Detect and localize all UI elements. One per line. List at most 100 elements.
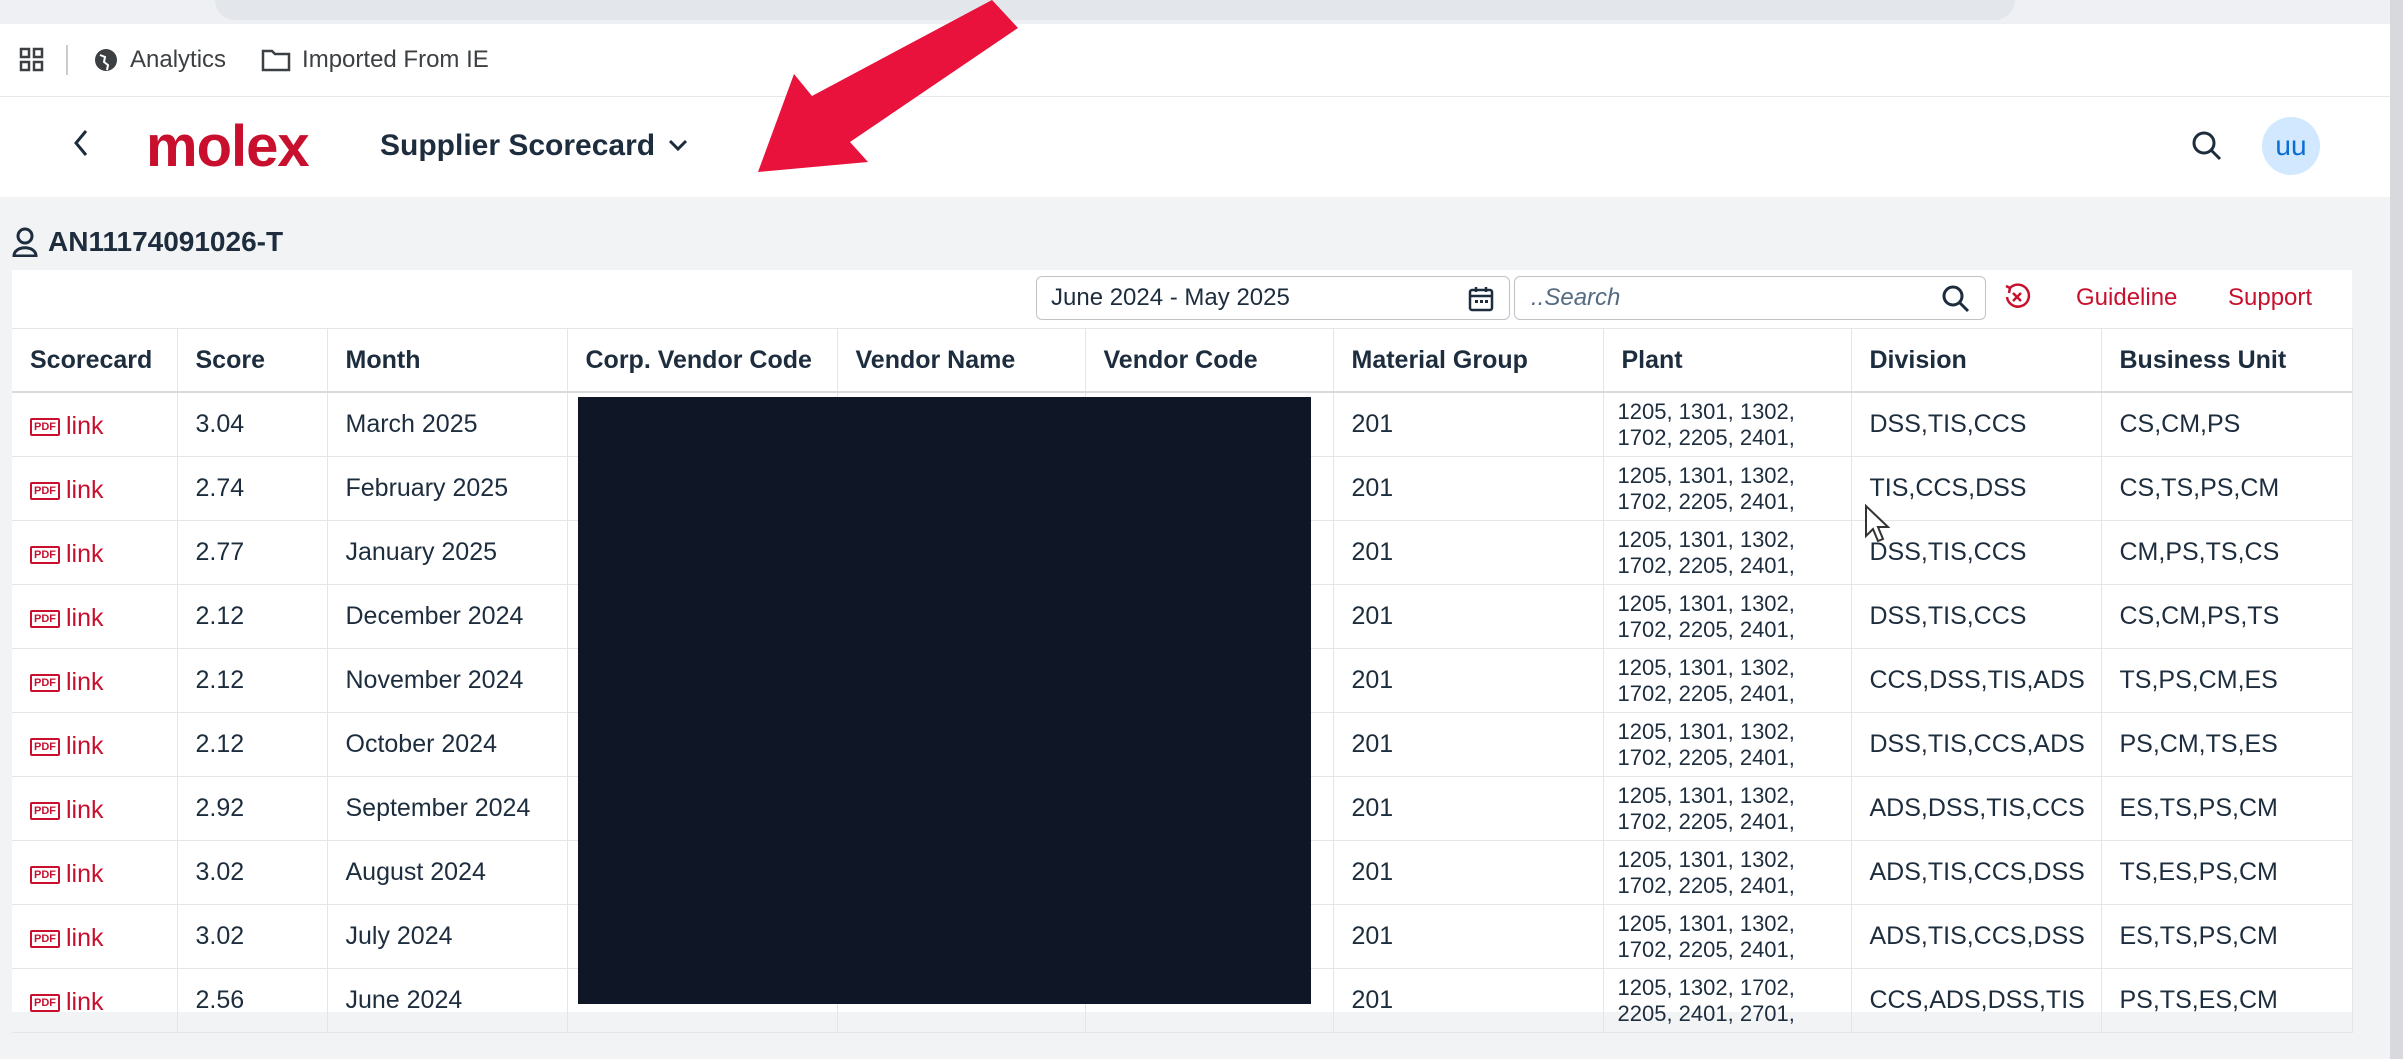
- shell-bar: molex Supplier Scorecard uu: [0, 97, 2390, 197]
- page-scrollbar[interactable]: [2390, 0, 2403, 1059]
- division-cell: ADS,TIS,CCS,DSS: [1851, 840, 2102, 905]
- plant-line: 1702, 2205, 2401,: [1617, 808, 1795, 834]
- folder-icon: [260, 46, 292, 74]
- material-group-cell: 201: [1333, 776, 1604, 841]
- pdf-link[interactable]: PDF link: [30, 732, 104, 761]
- business-unit-cell: TS,ES,PS,CM: [2101, 840, 2353, 905]
- date-range-picker[interactable]: June 2024 - May 2025: [1036, 276, 1510, 320]
- pdf-icon: PDF: [30, 673, 60, 692]
- material-group-cell: 201: [1333, 840, 1604, 905]
- date-range-value: June 2024 - May 2025: [1051, 284, 1290, 311]
- plant-line: 1205, 1301, 1302,: [1617, 398, 1795, 424]
- plant-line: 2205, 2401, 2701,: [1617, 1000, 1795, 1026]
- business-unit-cell: CM,PS,TS,CS: [2101, 520, 2353, 585]
- pdf-icon: PDF: [30, 865, 60, 884]
- business-unit-cell: ES,TS,PS,CM: [2101, 776, 2353, 841]
- plant-cell: 1205, 1301, 1302, 1702, 2205, 2401,: [1603, 904, 1852, 969]
- score-cell: 3.02: [177, 904, 328, 969]
- column-header[interactable]: Scorecard: [12, 328, 178, 393]
- pdf-link-label: link: [66, 796, 104, 825]
- app-title-menu[interactable]: Supplier Scorecard: [380, 129, 689, 163]
- business-unit-cell: CS,TS,PS,CM: [2101, 456, 2353, 521]
- division-cell: ADS,DSS,TIS,CCS: [1851, 776, 2102, 841]
- address-bar[interactable]: [215, 0, 2015, 20]
- month-cell: August 2024: [327, 840, 568, 905]
- column-header[interactable]: Vendor Code: [1085, 328, 1334, 393]
- column-header[interactable]: Division: [1851, 328, 2102, 393]
- pdf-icon: PDF: [30, 417, 60, 436]
- month-cell: October 2024: [327, 712, 568, 777]
- column-header[interactable]: Plant: [1603, 328, 1852, 393]
- search-icon[interactable]: [1941, 284, 1971, 321]
- scorecard-cell: PDF link: [12, 968, 178, 1033]
- pdf-icon: PDF: [30, 801, 60, 820]
- scorecard-cell: PDF link: [12, 392, 178, 457]
- pdf-link[interactable]: PDF link: [30, 476, 104, 505]
- business-unit-cell: ES,TS,PS,CM: [2101, 904, 2353, 969]
- pdf-link[interactable]: PDF link: [30, 860, 104, 889]
- material-group-cell: 201: [1333, 520, 1604, 585]
- table-search: [1514, 276, 1986, 320]
- pdf-link-label: link: [66, 988, 104, 1017]
- plant-cell: 1205, 1301, 1302, 1702, 2205, 2401,: [1603, 520, 1852, 585]
- score-cell: 2.12: [177, 712, 328, 777]
- pdf-link[interactable]: PDF link: [30, 604, 104, 633]
- division-cell: DSS,TIS,CCS: [1851, 392, 2102, 457]
- scorecard-cell: PDF link: [12, 904, 178, 969]
- score-cell: 2.92: [177, 776, 328, 841]
- plant-line: 1702, 2205, 2401,: [1617, 488, 1795, 514]
- business-unit-cell: PS,CM,TS,ES: [2101, 712, 2353, 777]
- column-header[interactable]: Material Group: [1333, 328, 1604, 393]
- month-cell: September 2024: [327, 776, 568, 841]
- pdf-icon: PDF: [30, 929, 60, 948]
- reset-icon[interactable]: [2002, 282, 2032, 317]
- bookmark-imported[interactable]: Imported From IE: [260, 46, 489, 74]
- pdf-link[interactable]: PDF link: [30, 924, 104, 953]
- pdf-link[interactable]: PDF link: [30, 988, 104, 1017]
- bookmark-separator: [66, 45, 68, 75]
- avatar[interactable]: uu: [2262, 117, 2320, 175]
- division-cell: CCS,DSS,TIS,ADS: [1851, 648, 2102, 713]
- table-header-row: Scorecard Score Month Corp. Vendor Code Vend…: [12, 328, 2353, 393]
- column-header[interactable]: Score: [177, 328, 328, 393]
- search-icon[interactable]: [2190, 129, 2224, 168]
- back-chevron-icon[interactable]: [70, 125, 92, 170]
- pdf-icon: PDF: [30, 737, 60, 756]
- scorecard-cell: PDF link: [12, 456, 178, 521]
- vendor-id: AN11174091026-T: [48, 226, 284, 257]
- plant-line: 1205, 1301, 1302,: [1617, 782, 1795, 808]
- pdf-link-label: link: [66, 476, 104, 505]
- globe-icon: [92, 46, 120, 74]
- column-header[interactable]: Vendor Name: [837, 328, 1086, 393]
- pdf-link[interactable]: PDF link: [30, 796, 104, 825]
- guideline-link[interactable]: Guideline: [2076, 284, 2177, 312]
- plant-cell: 1205, 1301, 1302, 1702, 2205, 2401,: [1603, 840, 1852, 905]
- plant-line: 1702, 2205, 2401,: [1617, 872, 1795, 898]
- pdf-link-label: link: [66, 604, 104, 633]
- pdf-icon: PDF: [30, 993, 60, 1012]
- browser-chrome: [0, 0, 2403, 24]
- plant-cell: 1205, 1301, 1302, 1702, 2205, 2401,: [1603, 776, 1852, 841]
- pdf-link[interactable]: PDF link: [30, 668, 104, 697]
- molex-logo[interactable]: molex: [146, 113, 310, 180]
- plant-line: 1205, 1301, 1302,: [1617, 526, 1795, 552]
- vendor-id-header: AN11174091026-T: [12, 226, 283, 258]
- material-group-cell: 201: [1333, 456, 1604, 521]
- column-header[interactable]: Business Unit: [2101, 328, 2353, 393]
- column-header[interactable]: Month: [327, 328, 568, 393]
- business-unit-cell: TS,PS,CM,ES: [2101, 648, 2353, 713]
- score-cell: 2.77: [177, 520, 328, 585]
- search-input[interactable]: [1529, 283, 1923, 313]
- apps-grid-icon[interactable]: [18, 46, 46, 74]
- scorecard-cell: PDF link: [12, 520, 178, 585]
- pdf-link[interactable]: PDF link: [30, 412, 104, 441]
- score-cell: 2.12: [177, 584, 328, 649]
- user-icon: [12, 227, 38, 257]
- support-link[interactable]: Support: [2228, 284, 2312, 312]
- pdf-link[interactable]: PDF link: [30, 540, 104, 569]
- plant-cell: 1205, 1302, 1702, 2205, 2401, 2701,: [1603, 968, 1852, 1033]
- column-header[interactable]: Corp. Vendor Code: [567, 328, 838, 393]
- pdf-icon: PDF: [30, 545, 60, 564]
- bookmark-analytics[interactable]: Analytics: [92, 46, 226, 74]
- calendar-icon[interactable]: [1467, 285, 1495, 320]
